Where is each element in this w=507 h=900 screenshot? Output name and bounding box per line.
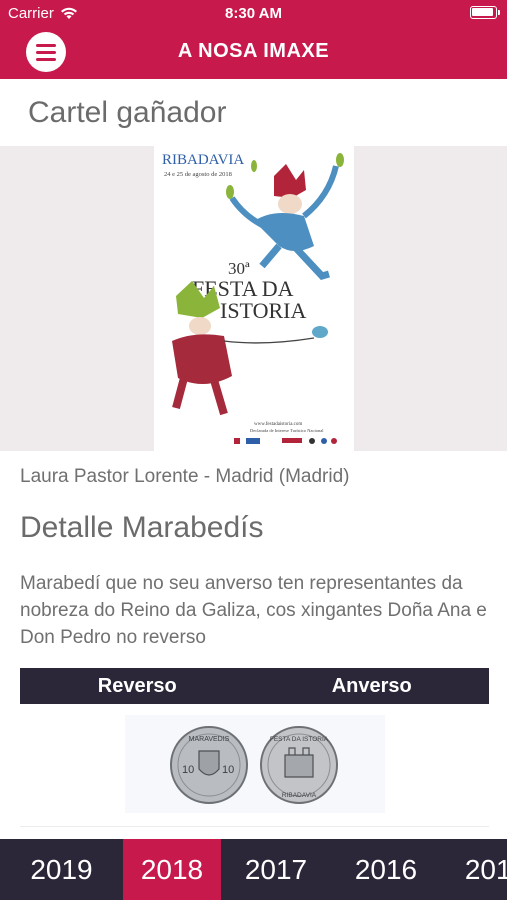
coin-description: Marabedí que no seu anverso ten represen… [20,573,487,648]
battery-icon [470,6,500,19]
coin-images: MARAVEDIS 10 10 FESTA DA ISTORIA RIBADAV… [125,715,385,813]
poster-author: Laura Pastor Lorente - Madrid (Madrid) [20,466,350,487]
status-time: 8:30 AM [225,5,282,22]
winner-section-title: Cartel gañador [28,96,227,129]
poster-line2: ISTORIA [220,298,306,323]
year-tab-2018[interactable]: 2018 [123,839,221,900]
tab-reverso[interactable]: Reverso [20,668,255,704]
coin-reverso-image: MARAVEDIS 10 10 [170,726,248,804]
poster-dates: 24 e 25 de agosto de 2018 [164,171,232,178]
coin-left-top-text: MARAVEDIS [189,736,230,743]
year-tab-2016[interactable]: 2016 [331,839,441,900]
year-selector: 2019 2018 2017 2016 2015 [0,839,507,900]
winning-poster-image[interactable]: RIBADAVIA 24 e 25 de agosto de 2018 30ª … [154,146,354,451]
year-tab-2019[interactable]: 2019 [0,839,123,900]
year-tab-2017[interactable]: 2017 [221,839,331,900]
coin-detail-title: Detalle Marabedís [20,511,264,544]
status-bar: Carrier 8:30 AM [0,0,507,28]
coin-right-top-text: FESTA DA ISTORIA [270,736,329,743]
year-tab-2015[interactable]: 2015 [441,839,507,900]
poster-illustration: RIBADAVIA 24 e 25 de agosto de 2018 30ª … [154,146,354,451]
divider [20,826,489,827]
tab-anverso[interactable]: Anverso [255,668,490,704]
coin-left-value: 10 [182,764,194,776]
coin-anverso-image: FESTA DA ISTORIA RIBADAVIA [260,726,338,804]
poster-website: www.festadaistoria.com [254,422,302,427]
coin-side-tabs: Reverso Anverso [20,668,489,704]
poster-declared: Declarada de Interese Turístico Nacional [250,428,324,433]
app-header: Carrier 8:30 AM A NOSA IMAXE [0,0,507,79]
page-title: A NOSA IMAXE [177,40,330,62]
poster-town: RIBADAVIA [162,152,244,168]
coin-right-bottom-text: RIBADAVIA [282,792,317,799]
coin-left-value-right: 10 [222,764,234,776]
